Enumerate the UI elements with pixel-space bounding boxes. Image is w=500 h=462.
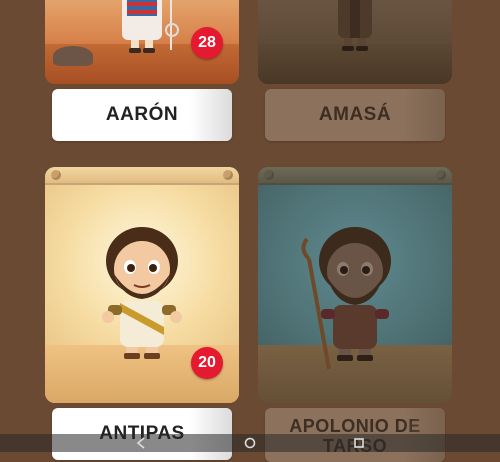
scroll-edge [258,167,452,185]
character-name-button-amasa[interactable]: AMASÁ [265,89,445,141]
scroll-curl [264,170,274,180]
character-card-apolonio-de-tarso[interactable] [258,167,452,403]
badge-count: 20 [191,347,223,379]
scroll-curl [51,170,61,180]
system-navigation-bar [0,434,500,452]
triangle-back-icon[interactable] [135,437,147,449]
scroll-curl [436,170,446,180]
character-card-amasa[interactable] [258,0,452,84]
scroll-curl [223,170,233,180]
amasa-character-image [338,0,372,51]
aaron-character-image [122,0,179,53]
rock [53,46,93,66]
circle-home-icon[interactable] [244,437,256,449]
character-name-button-aaron[interactable]: AARÓN [52,89,232,141]
square-recent-icon[interactable] [353,437,365,449]
scroll-edge [45,167,239,185]
apolonio-character-image [301,227,391,369]
badge-count: 28 [191,27,223,59]
antipas-character-image [102,227,182,359]
